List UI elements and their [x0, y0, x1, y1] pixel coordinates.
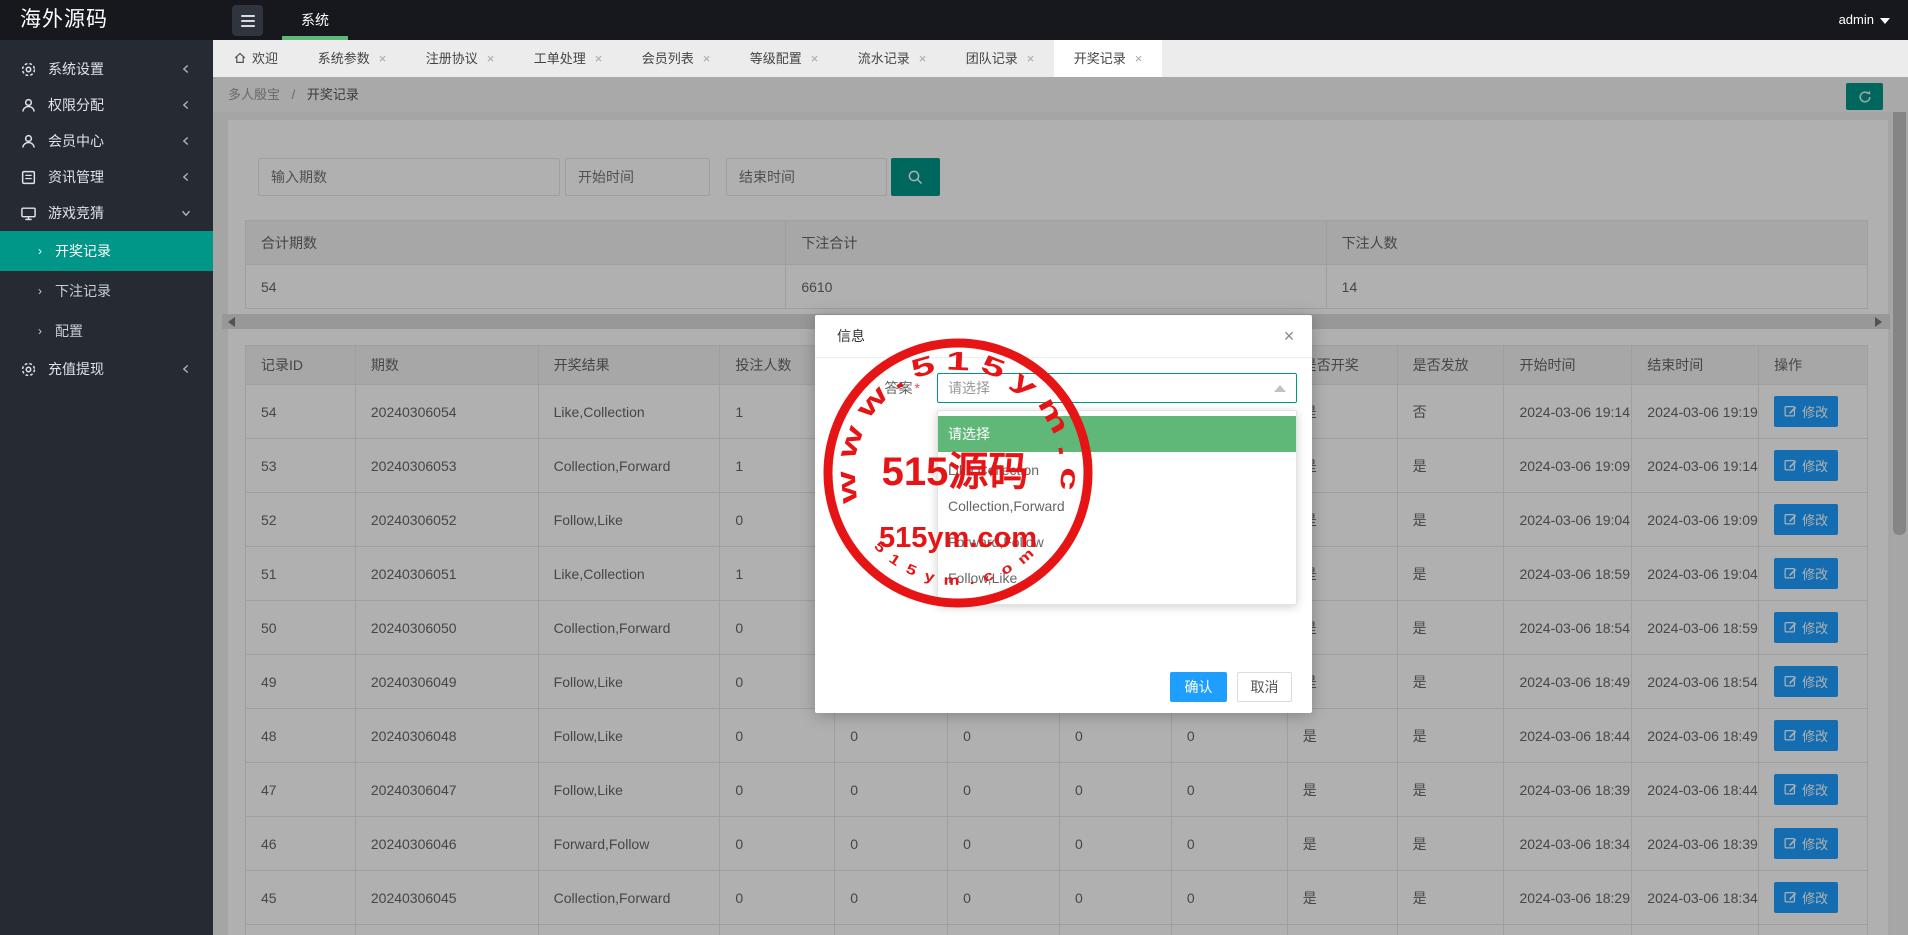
close-tab-icon[interactable]: ×: [919, 51, 927, 66]
sidebar-subitem[interactable]: › 开奖记录: [0, 231, 213, 271]
confirm-button[interactable]: 确认: [1170, 672, 1227, 702]
hamburger-menu-icon[interactable]: [232, 5, 263, 36]
sidebar-subitem[interactable]: › 下注记录: [0, 271, 213, 311]
gear-icon: [20, 361, 37, 378]
admin-username: admin: [1839, 12, 1874, 27]
chevron-left-icon: [179, 362, 193, 376]
answer-dropdown-panel: 请选择Like,CollectionCollection,ForwardForw…: [937, 410, 1297, 605]
tab-label: 流水记录: [858, 51, 910, 66]
sidebar-item-label: 会员中心: [48, 131, 104, 151]
chevron-left-icon: [179, 134, 193, 148]
news-icon: [20, 169, 37, 186]
select-placeholder: 请选择: [938, 374, 1296, 402]
tab-label: 欢迎: [252, 51, 278, 66]
tab-系统参数[interactable]: 系统参数 ×: [298, 40, 406, 77]
tab-bar: 欢迎系统参数×注册协议×工单处理×会员列表×等级配置×流水记录×团队记录×开奖记…: [213, 40, 1908, 77]
chevron-down-icon: [179, 206, 193, 220]
list-icon: [240, 14, 256, 28]
tab-label: 会员列表: [642, 51, 694, 66]
app-logo: 海外源码: [20, 0, 108, 40]
close-tab-icon[interactable]: ×: [487, 51, 495, 66]
answer-field-label: 答案*: [815, 373, 920, 403]
sidebar-item[interactable]: 充值提现: [0, 351, 213, 387]
chevron-left-icon: [179, 62, 193, 76]
tab-label: 团队记录: [966, 51, 1018, 66]
tab-欢迎[interactable]: 欢迎: [213, 40, 298, 77]
sidebar-item[interactable]: 系统设置: [0, 51, 213, 87]
chevron-left-icon: [179, 98, 193, 112]
sidebar-item[interactable]: 资讯管理: [0, 159, 213, 195]
close-tab-icon[interactable]: ×: [703, 51, 711, 66]
tab-团队记录[interactable]: 团队记录 ×: [946, 40, 1054, 77]
chevron-left-icon: [179, 170, 193, 184]
tab-label: 注册协议: [426, 51, 478, 66]
chevron-right-icon: ›: [38, 324, 42, 338]
close-tab-icon[interactable]: ×: [811, 51, 819, 66]
tab-工单处理[interactable]: 工单处理 ×: [514, 40, 622, 77]
answer-select[interactable]: 请选择: [937, 373, 1297, 403]
sidebar-item-label: 游戏竞猜: [48, 203, 104, 223]
tab-开奖记录[interactable]: 开奖记录 ×: [1054, 40, 1162, 77]
sidebar-subitem-label: 开奖记录: [55, 241, 111, 261]
admin-user-menu[interactable]: admin: [1839, 0, 1890, 40]
tab-label: 开奖记录: [1074, 51, 1126, 66]
dropdown-option[interactable]: Follow,Like: [938, 560, 1296, 596]
dropdown-option[interactable]: Collection,Forward: [938, 488, 1296, 524]
close-tab-icon[interactable]: ×: [379, 51, 387, 66]
top-bar: 海外源码 系统 admin: [0, 0, 1908, 40]
sidebar-item-label: 系统设置: [48, 59, 104, 79]
tab-会员列表[interactable]: 会员列表 ×: [622, 40, 730, 77]
tab-label: 工单处理: [534, 51, 586, 66]
sidebar-submenu: › 开奖记录 › 下注记录 › 配置: [0, 231, 213, 351]
sidebar-subitem-label: 配置: [55, 321, 83, 341]
dropdown-option[interactable]: 请选择: [938, 416, 1296, 452]
tab-label: 等级配置: [750, 51, 802, 66]
sidebar-subitem-label: 下注记录: [55, 281, 111, 301]
modal-title: 信息: [815, 315, 1312, 358]
tab-流水记录[interactable]: 流水记录 ×: [838, 40, 946, 77]
sidebar-item[interactable]: 权限分配: [0, 87, 213, 123]
required-mark: *: [915, 380, 920, 396]
monitor-icon: [20, 205, 37, 222]
sidebar-item[interactable]: 游戏竞猜: [0, 195, 213, 231]
sidebar-item-label: 资讯管理: [48, 167, 104, 187]
sidebar-subitem[interactable]: › 配置: [0, 311, 213, 351]
sidebar-item-label: 充值提现: [48, 359, 104, 379]
dropdown-option[interactable]: Forward,Follow: [938, 524, 1296, 560]
tab-等级配置[interactable]: 等级配置 ×: [730, 40, 838, 77]
chevron-right-icon: ›: [38, 284, 42, 298]
close-tab-icon[interactable]: ×: [1135, 51, 1143, 66]
close-icon[interactable]: ×: [1278, 325, 1300, 347]
gear-icon: [20, 61, 37, 78]
user-icon: [20, 97, 37, 114]
sidebar-item-label: 权限分配: [48, 95, 104, 115]
topmenu-item-system[interactable]: 系统: [282, 0, 348, 40]
cancel-button[interactable]: 取消: [1237, 672, 1292, 702]
sidebar: 系统设置权限分配会员中心资讯管理游戏竞猜 › 开奖记录 › 下注记录 › 配置充值提现: [0, 40, 213, 935]
caret-down-icon: [1880, 18, 1890, 24]
close-tab-icon[interactable]: ×: [595, 51, 603, 66]
tab-注册协议[interactable]: 注册协议 ×: [406, 40, 514, 77]
user-icon: [20, 133, 37, 150]
tab-label: 系统参数: [318, 51, 370, 66]
chevron-right-icon: ›: [38, 244, 42, 258]
close-tab-icon[interactable]: ×: [1027, 51, 1035, 66]
dropdown-option[interactable]: Like,Collection: [938, 452, 1296, 488]
chevron-up-icon: [1274, 385, 1286, 392]
sidebar-item[interactable]: 会员中心: [0, 123, 213, 159]
home-icon: [233, 42, 247, 79]
